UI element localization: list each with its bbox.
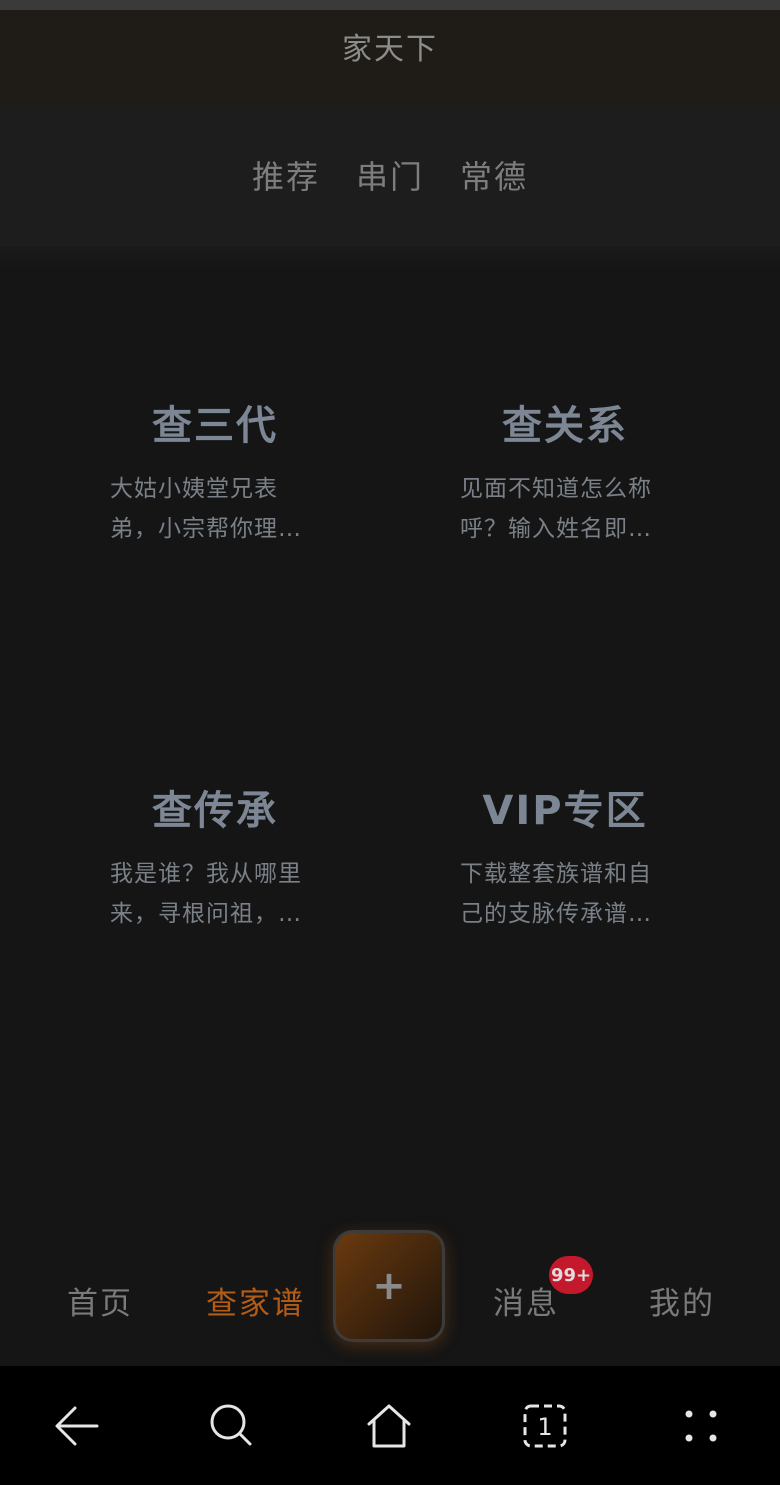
- tab-recommend[interactable]: 推荐: [252, 152, 320, 198]
- home-button[interactable]: [359, 1396, 419, 1456]
- system-nav-bar: 1: [0, 1366, 780, 1485]
- card-desc-line: 下载整套族谱和自: [460, 861, 652, 887]
- divider: [0, 247, 780, 271]
- card-description: 我是谁？我从哪里 来，寻根问祖，…: [110, 854, 320, 934]
- back-arrow-icon: [55, 1406, 99, 1446]
- card-desc-line: 我是谁？我从哪里: [110, 861, 302, 887]
- nav-home[interactable]: 首页: [67, 1278, 133, 1323]
- card-title: 查传承: [152, 788, 278, 834]
- page-title: 家天下: [342, 31, 438, 67]
- home-icon: [367, 1404, 411, 1448]
- tab-strip: 推荐 串门 常德: [0, 103, 780, 247]
- card-desc-line: 呼？输入姓名即…: [460, 516, 652, 542]
- feature-grid: 查三代 大姑小姨堂兄表 弟，小宗帮你理… 查关系 见面不知道怎么称 呼？输入姓名…: [40, 275, 740, 1055]
- card-description: 下载整套族谱和自 己的支脉传承谱…: [460, 854, 670, 934]
- tabs-count: 1: [537, 1413, 552, 1441]
- card-vip-zone[interactable]: VIP专区 下载整套族谱和自 己的支脉传承谱…: [390, 660, 740, 1045]
- card-desc-line: 大姑小姨堂兄表: [110, 476, 278, 502]
- card-three-generations[interactable]: 查三代 大姑小姨堂兄表 弟，小宗帮你理…: [40, 275, 390, 660]
- messages-badge: 99+: [549, 1256, 594, 1294]
- tab-visit[interactable]: 串门: [356, 152, 424, 198]
- status-bar: [0, 0, 780, 10]
- card-inheritance[interactable]: 查传承 我是谁？我从哪里 来，寻根问祖，…: [40, 660, 390, 1045]
- tab-changde[interactable]: 常德: [460, 152, 528, 198]
- card-desc-line: 见面不知道怎么称: [460, 476, 652, 502]
- search-icon: [210, 1404, 252, 1446]
- menu-dots-icon: [685, 1410, 717, 1442]
- card-title: 查关系: [502, 403, 628, 449]
- card-description: 见面不知道怎么称 呼？输入姓名即…: [460, 469, 670, 549]
- card-relationship[interactable]: 查关系 见面不知道怎么称 呼？输入姓名即…: [390, 275, 740, 660]
- nav-genealogy[interactable]: 查家谱: [206, 1278, 305, 1323]
- card-description: 大姑小姨堂兄表 弟，小宗帮你理…: [110, 469, 320, 549]
- search-button[interactable]: [202, 1396, 262, 1456]
- card-desc-line: 己的支脉传承谱…: [460, 901, 652, 927]
- card-title: 查三代: [152, 403, 278, 449]
- title-bar: 家天下: [0, 10, 780, 103]
- tabs-button[interactable]: 1: [515, 1396, 575, 1456]
- menu-button[interactable]: [671, 1396, 731, 1456]
- card-desc-line: 来，寻根问祖，…: [110, 901, 302, 927]
- nav-mine[interactable]: 我的: [649, 1278, 715, 1323]
- nav-messages[interactable]: 消息: [493, 1278, 559, 1323]
- add-button[interactable]: +: [333, 1230, 445, 1342]
- card-title: VIP专区: [482, 788, 648, 834]
- bottom-nav: 首页 查家谱 + 消息 99+ 我的: [0, 1228, 780, 1366]
- back-button[interactable]: [47, 1396, 107, 1456]
- tabs-icon: 1: [523, 1404, 567, 1448]
- card-desc-line: 弟，小宗帮你理…: [110, 516, 302, 542]
- plus-icon: +: [372, 1263, 406, 1309]
